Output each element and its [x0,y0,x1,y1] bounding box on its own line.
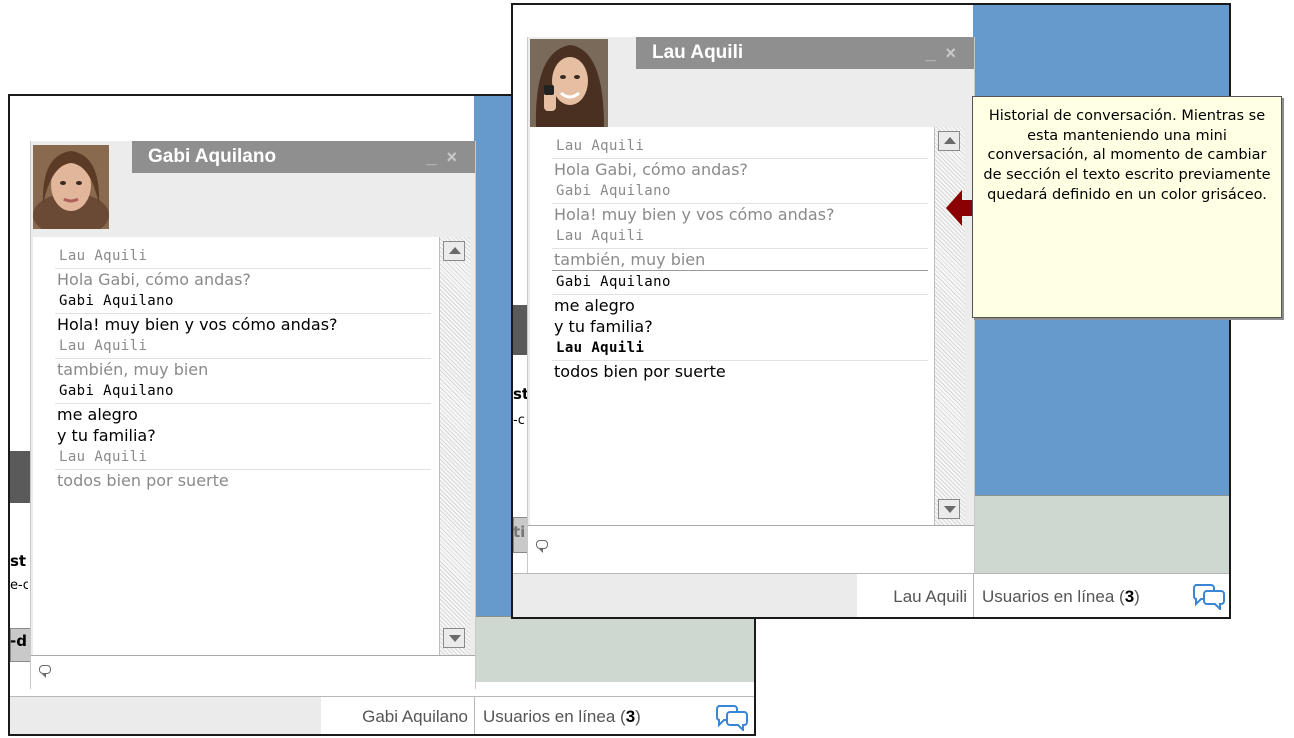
minimize-button[interactable]: _ [925,43,945,63]
chat-tab-label: Gabi Aquilano [362,707,468,726]
page-band [474,616,754,682]
annotation-note: Historial de conversación. Mientras se e… [972,96,1282,318]
minimize-button[interactable]: _ [426,147,446,167]
scroll-up-icon [944,137,956,144]
online-users-close: ) [635,707,641,726]
scroll-down-icon [449,635,461,642]
scroll-up-button[interactable] [938,131,960,151]
message-sender: Lau Aquili [55,245,431,269]
users-bubbles-icon [716,705,748,731]
window-controls: _× [426,141,467,173]
message-text: Hola Gabi, cómo andas? [57,270,251,289]
online-users-label: Usuarios en línea ( [483,707,626,726]
message-sender: Lau Aquili [552,225,928,249]
empty-tab [513,573,857,617]
cutoff-text: st [10,552,27,570]
message-sender: Lau Aquili [55,335,431,359]
cutoff-text: -d [10,632,27,650]
chat-tab[interactable]: Lau Aquili [857,573,973,617]
chat-title: Lau Aquili [652,42,744,63]
online-users-label: Usuarios en línea ( [982,587,1125,606]
message-history[interactable]: Lau Aquili Hola Gabi, cómo andas? Gabi Aqu… [33,237,440,655]
chat-window: Lau Aquili _× Lau Aquili Hola Gabi, cómo … [527,37,975,574]
message-text: Hola! muy bien y vos cómo andas? [554,205,835,224]
chat-title-bar: Lau Aquili _× [636,37,974,69]
scroll-down-icon [944,506,956,513]
chat-tab[interactable]: Gabi Aquilano [321,696,474,734]
empty-tab [10,696,321,734]
message-text: y tu familia? [57,426,156,445]
message-text: me alegro [57,405,138,424]
cutoff-text: e-c [10,578,28,593]
message-sender: Lau Aquili [552,135,928,159]
online-users-count: 3 [1124,587,1135,606]
avatar-photo [530,39,608,127]
scrollbar[interactable] [439,237,470,655]
message-history[interactable]: Lau Aquili Hola Gabi, cómo andas? Gabi Aqu… [530,127,935,525]
scroll-down-button[interactable] [938,499,960,519]
message-input[interactable] [528,525,974,574]
page-dark-band [10,451,32,503]
page-band [973,495,1229,574]
message-text: también, muy bien [552,249,928,271]
avatar-photo [33,145,109,229]
message-text: todos bien por suerte [554,362,726,381]
chat-tab-label: Lau Aquili [893,587,967,606]
online-users-tab[interactable]: Usuarios en línea (3) [973,573,1229,617]
message-list: Lau Aquili Hola Gabi, cómo andas? Gabi Aqu… [55,245,431,491]
message-sender: Gabi Aquilano [552,180,928,204]
message-sender: Lau Aquili [552,337,928,361]
message-sender: Gabi Aquilano [55,290,431,314]
online-users-count: 3 [625,707,636,726]
chat-title: Gabi Aquilano [148,146,277,167]
scroll-up-button[interactable] [443,241,465,261]
message-text: Hola Gabi, cómo andas? [554,160,748,179]
close-button[interactable]: × [446,147,467,167]
message-text: y tu familia? [554,317,653,336]
window-controls: _× [925,37,966,69]
message-sender: Lau Aquili [55,446,431,470]
chat-window: Gabi Aquilano _× Lau Aquili Hola Gabi, có… [30,141,476,690]
online-users-tab[interactable]: Usuarios en línea (3) [474,696,754,734]
scroll-up-icon [449,247,461,254]
message-list: Lau Aquili Hola Gabi, cómo andas? Gabi Aqu… [552,135,928,382]
close-button[interactable]: × [945,43,966,63]
message-text: Hola! muy bien y vos cómo andas? [57,315,338,334]
message-sender: Gabi Aquilano [55,380,431,404]
annotation-text: Historial de conversación. Mientras se e… [983,108,1271,203]
chat-bubble-icon [536,540,548,553]
scroll-down-button[interactable] [443,628,465,648]
chat-title-bar: Gabi Aquilano _× [132,141,475,173]
avatar [33,145,109,229]
avatar [530,39,608,127]
message-input[interactable] [31,655,475,690]
message-sender: Gabi Aquilano [552,271,928,295]
users-bubbles-icon [1193,584,1225,610]
message-text: me alegro [554,296,635,315]
chat-bubble-icon [39,665,51,678]
message-text: también, muy bien [57,360,209,379]
message-text: todos bien por suerte [57,471,229,490]
online-users-close: ) [1134,587,1140,606]
